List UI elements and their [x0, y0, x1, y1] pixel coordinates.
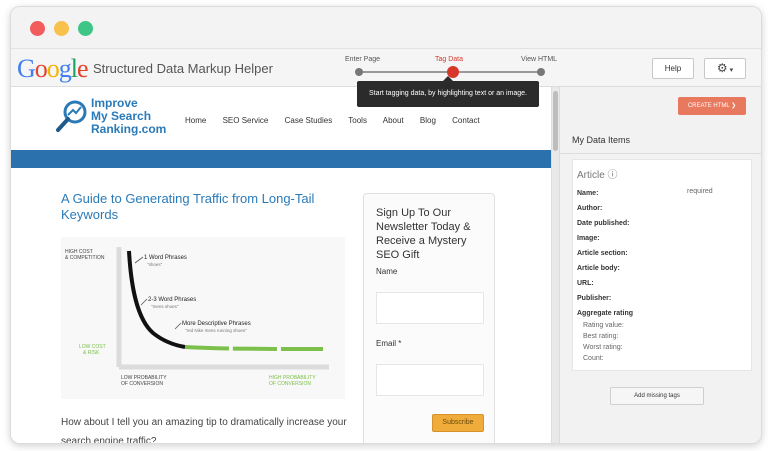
field-url[interactable]: URL:	[577, 280, 594, 287]
field-best-rating[interactable]: Best rating:	[583, 333, 618, 340]
tool-title: Structured Data Markup Helper	[93, 61, 273, 76]
field-rating-value[interactable]: Rating value:	[583, 322, 624, 329]
step-view-html[interactable]: View HTML	[521, 56, 557, 63]
field-worst-rating[interactable]: Worst rating:	[583, 344, 623, 351]
chart-annotation: 1 Word Phrases	[144, 255, 187, 261]
nav-seo-service[interactable]: SEO Service	[223, 116, 269, 125]
logo-letter: e	[77, 54, 89, 83]
chart-label-high-probability: OF CONVERSION	[269, 381, 311, 387]
field-author[interactable]: Author:	[577, 205, 602, 212]
nav-blog[interactable]: Blog	[420, 116, 436, 125]
article-title[interactable]: A Guide to Generating Traffic from Long-…	[61, 191, 351, 223]
field-article-section[interactable]: Article section:	[577, 250, 628, 257]
nav-about[interactable]: About	[383, 116, 404, 125]
nav-home[interactable]: Home	[185, 116, 206, 125]
article-intro[interactable]: How about I tell you an amazing tip to d…	[61, 413, 351, 443]
newsletter-widget: Sign Up To Our Newsletter Today & Receiv…	[363, 193, 495, 443]
name-label: Name	[376, 267, 398, 276]
field-image[interactable]: Image:	[577, 235, 600, 242]
chart-label-high-cost: & COMPETITION	[65, 255, 105, 261]
nav-contact[interactable]: Contact	[452, 116, 480, 125]
magnifier-chart-icon	[56, 100, 87, 132]
field-article-body[interactable]: Article body:	[577, 265, 620, 272]
logo-letter: o	[34, 54, 48, 83]
site-logo-line: Ranking.com	[91, 122, 167, 136]
chart-annotation-sub: "red Nike mens running shoes"	[185, 328, 247, 333]
maximize-window-button[interactable]	[78, 21, 93, 36]
site-nav: Home SEO Service Case Studies Tools Abou…	[185, 116, 494, 125]
step-dot-enter-page[interactable]	[355, 68, 363, 76]
field-count[interactable]: Count:	[583, 355, 604, 362]
chart-annotation-sub: "mens shoes"	[151, 304, 179, 309]
settings-button[interactable]: ⚙ ▾	[704, 58, 746, 79]
logo-letter: g	[58, 54, 72, 83]
tagged-web-page: Improve My Search Ranking.com Home SEO S…	[11, 87, 551, 443]
chart-annotation: 2-3 Word Phrases	[148, 297, 196, 303]
page-scrollbar[interactable]	[551, 87, 559, 443]
email-field[interactable]	[376, 364, 484, 396]
scroll-thumb[interactable]	[553, 91, 558, 151]
browser-window: Google Structured Data Markup Helper Ent…	[10, 6, 762, 444]
close-window-button[interactable]	[30, 21, 45, 36]
panel-title: My Data Items	[572, 135, 631, 145]
nav-case-studies[interactable]: Case Studies	[285, 116, 333, 125]
article-section-header: Article ⓘ	[577, 170, 618, 181]
chart-curve-tail	[184, 345, 324, 351]
email-label: Email *	[376, 339, 402, 348]
field-publisher[interactable]: Publisher:	[577, 295, 611, 302]
field-name[interactable]: Name:	[577, 190, 598, 197]
newsletter-title: Sign Up To Our Newsletter Today & Receiv…	[376, 207, 471, 261]
long-tail-chart-svg: HIGH COST & COMPETITION LOW COST & RISK …	[65, 247, 329, 387]
data-items-panel: CREATE HTML ❯ My Data Items Article ⓘ re…	[559, 87, 761, 443]
tagging-tooltip: Start tagging data, by highlighting text…	[357, 76, 539, 107]
window-titlebar	[11, 7, 761, 49]
divider	[560, 153, 761, 154]
step-tag-data[interactable]: Tag Data	[435, 56, 463, 63]
logo-letter: o	[46, 54, 60, 83]
field-date-published[interactable]: Date published:	[577, 220, 630, 227]
logo-letter: G	[17, 54, 36, 83]
minimize-window-button[interactable]	[54, 21, 69, 36]
header-band	[11, 150, 551, 168]
chart-label-low-probability: OF CONVERSION	[121, 381, 163, 387]
google-logo: Google	[17, 54, 89, 84]
gear-icon: ⚙	[716, 61, 728, 75]
add-missing-tags-button[interactable]: Add missing tags	[610, 387, 704, 405]
required-note: required	[687, 188, 713, 195]
step-enter-page[interactable]: Enter Page	[345, 56, 380, 63]
name-field[interactable]	[376, 292, 484, 324]
create-html-button[interactable]: CREATE HTML ❯	[678, 97, 746, 115]
nav-tools[interactable]: Tools	[348, 116, 367, 125]
long-tail-chart[interactable]: HIGH COST & COMPETITION LOW COST & RISK …	[61, 237, 345, 399]
chevron-down-icon: ▾	[727, 67, 734, 74]
help-button[interactable]: Help	[652, 58, 694, 79]
chart-label-low-cost: & RISK	[83, 350, 100, 356]
subscribe-button[interactable]: Subscribe	[432, 414, 484, 432]
step-dot-view-html[interactable]	[537, 68, 545, 76]
field-aggregate-rating[interactable]: Aggregate rating	[577, 310, 633, 317]
chart-annotation-sub: "shoes"	[147, 262, 163, 267]
chart-annotation: More Descriptive Phrases	[182, 321, 251, 327]
article-card: Article ⓘ required Name: Author: Date pu…	[572, 159, 752, 371]
